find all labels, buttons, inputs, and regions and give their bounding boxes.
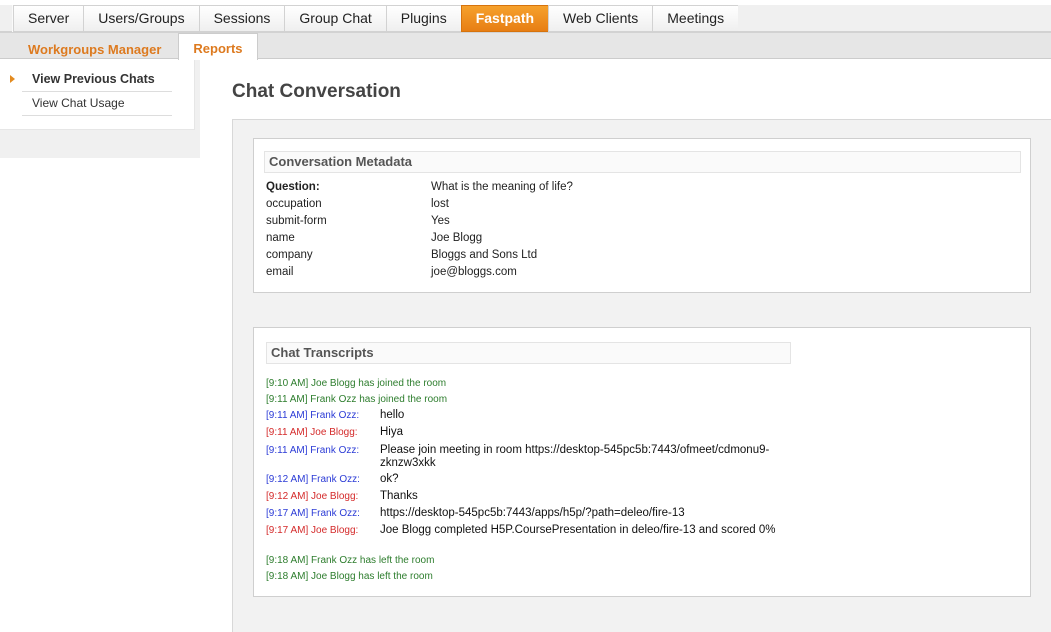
sidebar-item-view-previous-chats[interactable]: View Previous Chats bbox=[10, 68, 172, 92]
transcript-event: Joe Blogg has left the room bbox=[311, 571, 433, 582]
transcript-message: Please join meeting in room https://desk… bbox=[380, 444, 770, 469]
sidebar-item-label: View Chat Usage bbox=[32, 96, 125, 110]
metadata-value: What is the meaning of life? bbox=[431, 181, 573, 193]
sidebar: View Previous Chats View Chat Usage bbox=[0, 60, 200, 158]
metadata-key: email bbox=[266, 266, 294, 278]
transcript-time: [9:11 AM] Joe Blogg: bbox=[266, 427, 358, 438]
metadata-value: lost bbox=[431, 198, 449, 210]
tab-plugins[interactable]: Plugins bbox=[385, 5, 461, 32]
sub-tab-list: Workgroups Manager Reports bbox=[0, 33, 1051, 60]
tab-group-chat[interactable]: Group Chat bbox=[284, 5, 386, 32]
nav-filler bbox=[738, 5, 1051, 32]
transcript-message: Joe Blogg completed H5P.CoursePresentati… bbox=[380, 524, 776, 536]
transcript-time: [9:18 AM] bbox=[266, 555, 309, 566]
transcript-line: [9:11 AM] Frank Ozz: Please join meeting… bbox=[266, 444, 806, 469]
transcript-time: [9:12 AM] Frank Ozz: bbox=[266, 474, 360, 485]
transcript-line: [9:18 AM] Joe Blogg has left the room bbox=[266, 570, 806, 583]
metadata-box: Conversation Metadata Question: What is … bbox=[253, 138, 1031, 293]
transcript-line: [9:17 AM] Frank Ozz: https://desktop-545… bbox=[266, 507, 806, 520]
transcript-line: [9:11 AM] Frank Ozz: hello bbox=[266, 409, 806, 422]
subtab-workgroups-manager[interactable]: Workgroups Manager bbox=[17, 33, 172, 59]
tab-sessions[interactable]: Sessions bbox=[198, 5, 285, 32]
transcript-time: [9:11 AM] bbox=[266, 394, 308, 405]
transcript-time: [9:12 AM] Joe Blogg: bbox=[266, 491, 359, 502]
transcript-event: Joe Blogg has joined the room bbox=[311, 378, 447, 389]
metadata-value: joe@bloggs.com bbox=[431, 266, 517, 278]
tab-users-groups[interactable]: Users/Groups bbox=[83, 5, 199, 32]
metadata-key: occupation bbox=[266, 198, 322, 210]
transcript-time: [9:17 AM] Frank Ozz: bbox=[266, 508, 360, 519]
transcript-line: [9:11 AM] Joe Blogg: Hiya bbox=[266, 426, 806, 439]
transcript-message: ok? bbox=[380, 473, 399, 485]
sidebar-item-view-chat-usage[interactable]: View Chat Usage bbox=[22, 92, 172, 116]
sub-navigation: Workgroups Manager Reports bbox=[0, 33, 1051, 60]
metadata-value: Bloggs and Sons Ltd bbox=[431, 249, 538, 261]
transcript-message: hello bbox=[380, 409, 405, 421]
transcript-time: [9:18 AM] bbox=[266, 571, 309, 582]
transcript-time: [9:10 AM] bbox=[266, 378, 309, 389]
metadata-key: Question: bbox=[266, 181, 320, 193]
transcript-line: [9:10 AM] Joe Blogg has joined the room bbox=[266, 377, 806, 390]
transcript-line: [9:11 AM] Frank Ozz has joined the room bbox=[266, 393, 806, 406]
transcript-time: [9:17 AM] Joe Blogg: bbox=[266, 525, 359, 536]
top-navigation: Server Users/Groups Sessions Group Chat … bbox=[0, 0, 1051, 33]
subtab-reports[interactable]: Reports bbox=[178, 33, 258, 60]
top-tab-list: Server Users/Groups Sessions Group Chat … bbox=[13, 5, 740, 32]
tab-meetings[interactable]: Meetings bbox=[652, 5, 740, 32]
metadata-value: Yes bbox=[431, 215, 450, 227]
active-arrow-icon bbox=[10, 75, 15, 83]
transcript-message: https://desktop-545pc5b:7443/apps/h5p/?p… bbox=[380, 507, 685, 519]
transcript-line: [9:12 AM] Joe Blogg: Thanks bbox=[266, 490, 806, 503]
page-title: Chat Conversation bbox=[232, 81, 401, 102]
tab-fastpath[interactable]: Fastpath bbox=[460, 5, 549, 32]
transcript-event: Frank Ozz has joined the room bbox=[310, 394, 448, 405]
sidebar-panel: View Previous Chats View Chat Usage bbox=[0, 60, 195, 130]
nav-spacer bbox=[0, 5, 12, 32]
metadata-heading: Conversation Metadata bbox=[264, 151, 1021, 173]
content-area: Conversation Metadata Question: What is … bbox=[232, 119, 1051, 632]
transcript-box: Chat Transcripts [9:10 AM] Joe Blogg has… bbox=[253, 327, 1031, 597]
transcript-time: [9:11 AM] Frank Ozz: bbox=[266, 445, 360, 456]
tab-web-clients[interactable]: Web Clients bbox=[548, 5, 653, 32]
transcript-line: [9:12 AM] Frank Ozz: ok? bbox=[266, 473, 806, 486]
transcript-message: Hiya bbox=[380, 426, 404, 438]
transcript-message: Thanks bbox=[380, 490, 418, 502]
metadata-key: name bbox=[266, 232, 295, 244]
metadata-key: submit-form bbox=[266, 215, 327, 227]
transcript-time: [9:11 AM] Frank Ozz: bbox=[266, 410, 360, 421]
transcript-line: [9:17 AM] Joe Blogg: Joe Blogg completed… bbox=[266, 524, 806, 537]
transcript-line: [9:18 AM] Frank Ozz has left the room bbox=[266, 554, 806, 567]
sidebar-item-label: View Previous Chats bbox=[32, 72, 155, 86]
tab-server[interactable]: Server bbox=[13, 5, 84, 32]
metadata-key: company bbox=[266, 249, 313, 261]
metadata-value: Joe Blogg bbox=[431, 232, 483, 244]
transcript-heading: Chat Transcripts bbox=[266, 342, 791, 364]
transcript-event: Frank Ozz has left the room bbox=[311, 555, 435, 566]
